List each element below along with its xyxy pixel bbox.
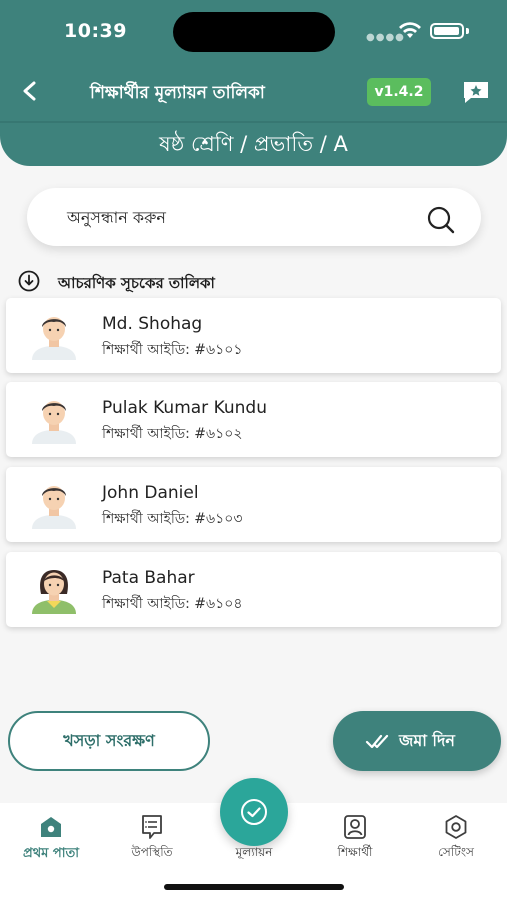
nav-home-label: প্রথম পাতা xyxy=(23,846,79,861)
nav-attendance[interactable]: উপস্থিতি xyxy=(102,813,202,864)
status-bar: 10:39 ●●●● xyxy=(0,0,507,60)
nav-students-label: শিক্ষার্থী xyxy=(337,845,373,859)
list-heading: আচরণিক সূচকের তালিকা xyxy=(18,270,488,292)
home-indicator xyxy=(164,884,344,890)
back-icon[interactable] xyxy=(20,80,42,102)
app-header: 10:39 ●●●● শিক্ষার্থীর মূল্যায়ন তালিকা … xyxy=(0,0,507,166)
wifi-icon xyxy=(399,22,421,38)
battery-tip xyxy=(466,28,469,34)
version-badge: v1.4.2 xyxy=(367,78,431,106)
nav-home[interactable]: প্রথম পাতা xyxy=(1,813,101,865)
student-id: শিক্ষার্থী আইডি: #৬১০৩ xyxy=(102,511,243,527)
student-id: শিক্ষার্থী আইডি: #৬১০২ xyxy=(102,426,243,442)
download-circle-icon xyxy=(18,270,40,292)
submit-label: জমা দিন xyxy=(399,731,455,750)
evaluation-fab[interactable] xyxy=(220,778,288,846)
header-divider xyxy=(0,121,507,123)
list-heading-text: আচরণিক সূচকের তালিকা xyxy=(58,274,215,292)
submit-button[interactable]: জমা দিন xyxy=(333,711,501,771)
student-card[interactable]: John Daniel শিক্ষার্থী আইডি: #৬১০৩ xyxy=(6,467,501,542)
feedback-icon[interactable] xyxy=(462,80,490,104)
student-name: John Daniel xyxy=(102,483,199,503)
status-time: 10:39 xyxy=(64,20,127,42)
settings-icon xyxy=(445,815,467,839)
search-input[interactable]: অনুসন্ধান করুন xyxy=(27,188,481,246)
dynamic-island xyxy=(173,12,335,52)
nav-students[interactable]: শিক্ষার্থী xyxy=(305,813,405,864)
home-icon xyxy=(41,817,61,837)
student-id: শিক্ষার্থী আইডি: #৬১০৪ xyxy=(102,596,243,612)
boy-avatar-icon xyxy=(32,486,76,529)
attendance-icon xyxy=(142,815,162,839)
student-card[interactable]: Pata Bahar শিক্ষার্থী আইডি: #৬১০৪ xyxy=(6,552,501,627)
student-name: Md. Shohag xyxy=(102,314,203,334)
save-draft-button[interactable]: খসড়া সংরক্ষণ xyxy=(8,711,210,771)
nav-settings-label: সেটিংস xyxy=(438,845,474,859)
student-card[interactable]: Md. Shohag শিক্ষার্থী আইডি: #৬১০১ xyxy=(6,298,501,373)
search-placeholder: অনুসন্ধান করুন xyxy=(67,208,166,227)
student-name: Pulak Kumar Kundu xyxy=(102,398,267,418)
search-icon[interactable] xyxy=(426,206,456,234)
nav-settings[interactable]: সেটিংস xyxy=(406,813,506,864)
boy-avatar-icon xyxy=(32,317,76,360)
girl-avatar-icon xyxy=(32,570,76,614)
student-card[interactable]: Pulak Kumar Kundu শিক্ষার্থী আইডি: #৬১০২ xyxy=(6,382,501,457)
student-id: শিক্ষার্থী আইডি: #৬১০১ xyxy=(102,342,243,358)
student-name: Pata Bahar xyxy=(102,568,195,588)
nav-evaluation-label: মূল্যায়ন xyxy=(235,845,273,859)
top-bar: শিক্ষার্থীর মূল্যায়ন তালিকা v1.4.2 xyxy=(0,60,507,122)
class-info: ষষ্ঠ শ্রেণি / প্রভাতি / A xyxy=(159,132,348,156)
check-circle-icon xyxy=(241,799,267,825)
page-title: শিক্ষার্থীর মূল্যায়ন তালিকা xyxy=(90,83,265,103)
boy-avatar-icon xyxy=(32,401,76,444)
double-check-icon xyxy=(365,734,389,749)
nav-attendance-label: উপস্থিতি xyxy=(131,845,173,859)
battery-icon xyxy=(430,23,464,39)
student-icon xyxy=(344,815,366,839)
